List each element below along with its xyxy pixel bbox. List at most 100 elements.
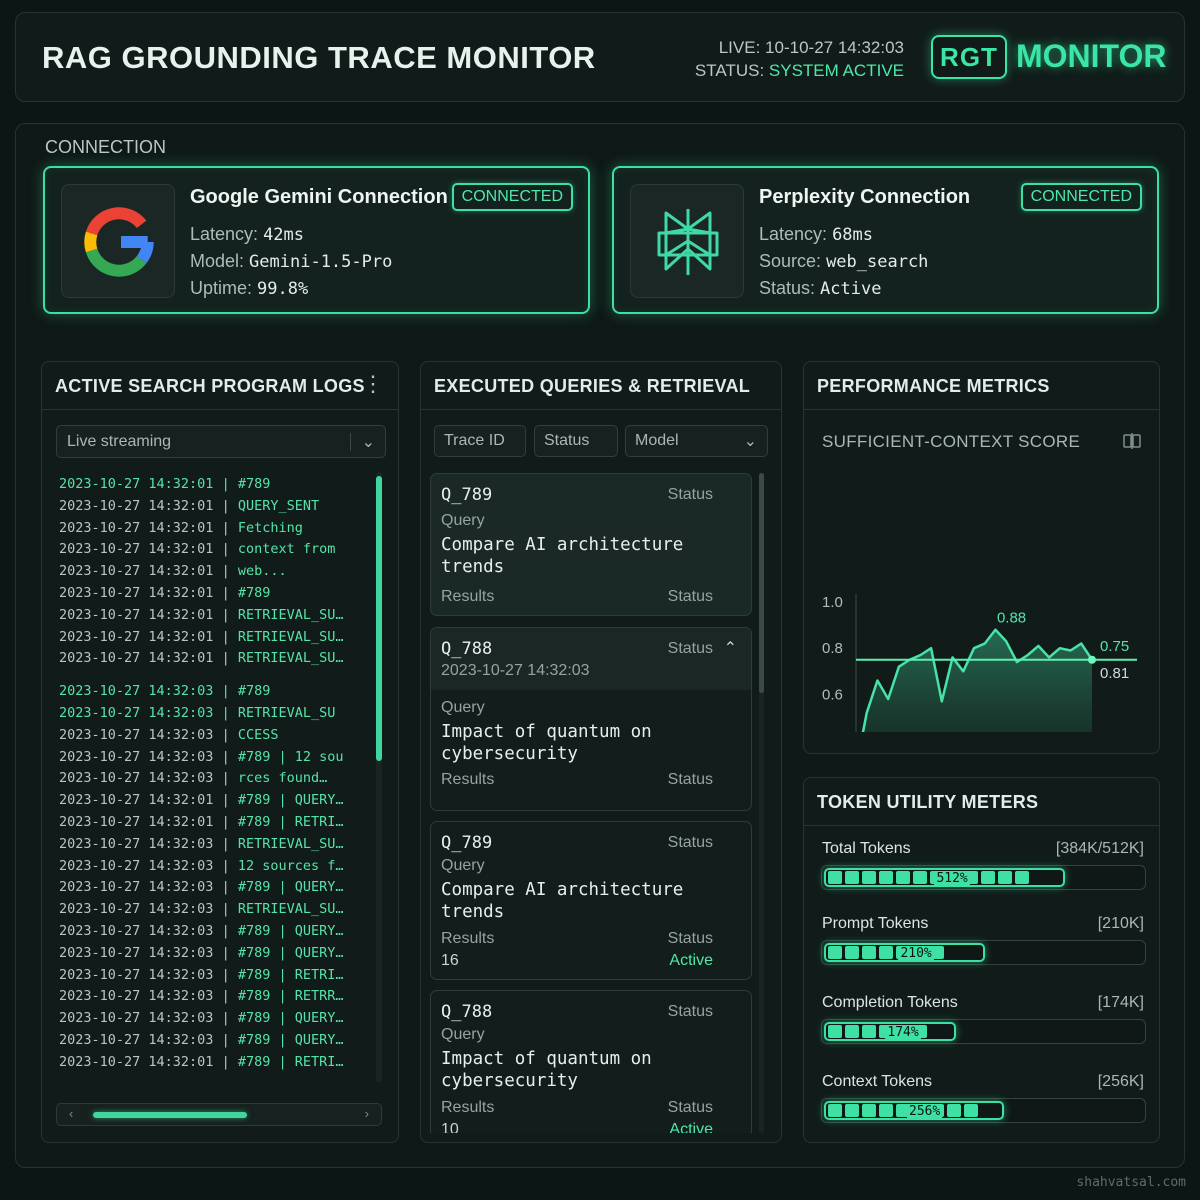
token-meter-segment — [845, 1104, 859, 1117]
log-timestamp: 2023-10-27 14:32:03 — [59, 901, 214, 918]
log-timestamp: 2023-10-27 14:32:03 — [59, 835, 214, 852]
results-label: Results — [441, 588, 495, 605]
threshold-label: 0.75 — [1100, 638, 1129, 655]
results-label: Results — [441, 771, 495, 788]
logo-text: MONITOR — [1016, 38, 1167, 74]
log-line: 2023-10-27 14:32:01 | #789 | QUERY… — [59, 792, 344, 809]
token-meter-fill: 210% — [824, 943, 985, 962]
log-message: RETRIEVAL_SU… — [237, 606, 344, 623]
performance-panel: PERFORMANCE METRICS SUFFICIENT-CONTEXT S… — [803, 361, 1160, 754]
status-filter[interactable]: Status — [534, 425, 618, 457]
more-options-icon[interactable]: ⋮ — [362, 373, 384, 395]
results-status: Active — [669, 952, 713, 969]
token-meter-value: [256K] — [1097, 1073, 1144, 1090]
source-row: Source: web_search — [759, 251, 929, 272]
scrollbar-thumb[interactable] — [376, 476, 382, 761]
token-meter-segment — [879, 871, 893, 884]
log-timestamp: 2023-10-27 14:32:03 — [59, 1010, 214, 1027]
log-line: 2023-10-27 14:32:03 | #789 | QUERY… — [59, 879, 344, 896]
rgt-logo-badge: RGT — [931, 35, 1007, 79]
query-card[interactable]: Q_789 Status Query Compare AI architectu… — [430, 821, 752, 980]
log-message: #789 | RETRR… — [237, 988, 344, 1005]
scrollbar-thumb[interactable] — [759, 473, 764, 693]
log-message: #789 | QUERY… — [237, 922, 344, 939]
token-meter-value: [210K] — [1097, 915, 1144, 932]
log-message: web... — [237, 563, 287, 580]
log-line: 2023-10-27 14:32:03 | #789 | QUERY… — [59, 1010, 344, 1027]
scrollbar-thumb[interactable] — [93, 1112, 247, 1118]
query-list: Q_789 Status Query Compare AI architectu… — [430, 473, 752, 1133]
gemini-connection-card[interactable]: Google Gemini Connection CONNECTED Laten… — [43, 166, 590, 314]
vertical-scrollbar[interactable] — [376, 472, 382, 1082]
log-line: 2023-10-27 14:32:03 | #789 | QUERY… — [59, 944, 344, 961]
token-meter-fill: 174% — [824, 1022, 956, 1041]
log-stream-select[interactable]: Live streaming ⌄ — [56, 425, 386, 458]
query-text: Impact of quantum on cybersecurity — [441, 722, 652, 764]
log-stream-value: Live streaming — [67, 433, 172, 450]
scroll-left-icon[interactable]: ‹ — [69, 1106, 73, 1121]
log-timestamp: 2023-10-27 14:32:03 — [59, 944, 214, 961]
log-message: #789 | QUERY… — [237, 879, 344, 896]
log-timestamp: 2023-10-27 14:32:03 — [59, 683, 214, 700]
log-message: RETRIEVAL_SU… — [237, 901, 344, 918]
log-line: 2023-10-27 14:32:01 | #789 — [59, 584, 271, 601]
token-meter-segment — [828, 871, 842, 884]
search-logs-panel: ACTIVE SEARCH PROGRAM LOGS ⋮ Live stream… — [41, 361, 399, 1143]
live-status: LIVE: 10-10-27 14:32:03 STATUS: SYSTEM A… — [695, 36, 904, 82]
log-message: 12 sources f… — [237, 857, 344, 874]
log-line: 2023-10-27 14:32:03 | #789 | QUERY… — [59, 1031, 344, 1048]
status-value: Active — [820, 279, 882, 299]
top-header: RAG GROUNDING TRACE MONITOR LIVE: 10-10-… — [15, 12, 1185, 102]
log-line: 2023-10-27 14:32:03 | #789 | RETRI… — [59, 966, 344, 983]
token-meter-label: Completion Tokens — [822, 994, 958, 1011]
status-label: STATUS: — [694, 61, 765, 80]
divider — [804, 825, 1159, 826]
query-label: Query — [441, 1026, 485, 1043]
log-message: #789 — [237, 683, 271, 700]
horizontal-scrollbar[interactable]: ‹ › — [56, 1103, 382, 1126]
watermark: shahvatsal.com — [1076, 1175, 1186, 1190]
log-line: 2023-10-27 14:32:01 | context from — [59, 541, 336, 558]
log-timestamp: 2023-10-27 14:32:03 — [59, 704, 214, 721]
log-timestamp: 2023-10-27 14:32:01 — [59, 813, 214, 830]
token-meter-segment — [845, 946, 859, 959]
query-card[interactable]: Q_789 Status Query Compare AI architectu… — [430, 473, 752, 616]
query-id: Q_788 — [441, 1002, 493, 1022]
chevron-down-icon: ⌄ — [361, 434, 375, 451]
page-title: RAG GROUNDING TRACE MONITOR — [42, 40, 596, 75]
log-message: #789 | QUERY… — [237, 1031, 344, 1048]
chart-title: SUFFICIENT-CONTEXT SCORE — [822, 432, 1081, 451]
query-card[interactable]: Q_788 Status Query Impact of quantum on … — [430, 990, 752, 1133]
log-line: 2023-10-27 14:32:03 | #789 | RETRR… — [59, 988, 344, 1005]
log-line: 2023-10-27 14:32:01 | #789 — [59, 476, 271, 492]
log-line: 2023-10-27 14:32:03 | #789 | 12 sou — [59, 748, 344, 765]
perplexity-icon — [630, 184, 744, 298]
token-meter-segment — [828, 946, 842, 959]
log-line: 2023-10-27 14:32:01 | RETRIEVAL_SU… — [59, 650, 344, 667]
chevron-up-icon[interactable]: ⌃ — [724, 638, 737, 658]
log-message: CCESS — [237, 726, 279, 743]
log-timestamp: 2023-10-27 14:32:01 — [59, 476, 214, 492]
scroll-right-icon[interactable]: › — [365, 1106, 369, 1121]
log-timestamp: 2023-10-27 14:32:03 — [59, 922, 214, 939]
log-line: 2023-10-27 14:32:01 | #789 | RETRI… — [59, 1053, 344, 1070]
token-meter-segment — [998, 871, 1012, 884]
log-timestamp: 2023-10-27 14:32:01 — [59, 584, 214, 601]
token-meter-percent: 512% — [934, 871, 970, 886]
log-line: 2023-10-27 14:32:03 | 12 sources f… — [59, 857, 344, 874]
token-meter-fill: 256% — [824, 1101, 1004, 1120]
log-list: 2023-10-27 14:32:01 | #789 2023-10-27 14:… — [59, 474, 364, 1074]
token-meter-label: Total Tokens — [822, 840, 911, 857]
log-timestamp: 2023-10-27 14:32:01 — [59, 606, 214, 623]
logs-title: ACTIVE SEARCH PROGRAM LOGS — [55, 376, 365, 396]
token-meter-segment — [879, 946, 893, 959]
system-status: SYSTEM ACTIVE — [768, 61, 904, 80]
trace-id-filter[interactable]: Trace ID — [434, 425, 526, 457]
perplexity-connection-card[interactable]: Perplexity Connection CONNECTED Latency:… — [612, 166, 1159, 314]
model-filter[interactable]: Model ⌄ — [625, 425, 768, 457]
model-value: Gemini-1.5-Pro — [249, 252, 393, 272]
compare-icon[interactable] — [1122, 432, 1142, 454]
query-label: Query — [441, 857, 485, 874]
vertical-scrollbar[interactable] — [759, 473, 764, 1133]
query-card-expanded[interactable]: Q_788 Status ⌃ 2023-10-27 14:32:03 Query… — [430, 627, 752, 811]
